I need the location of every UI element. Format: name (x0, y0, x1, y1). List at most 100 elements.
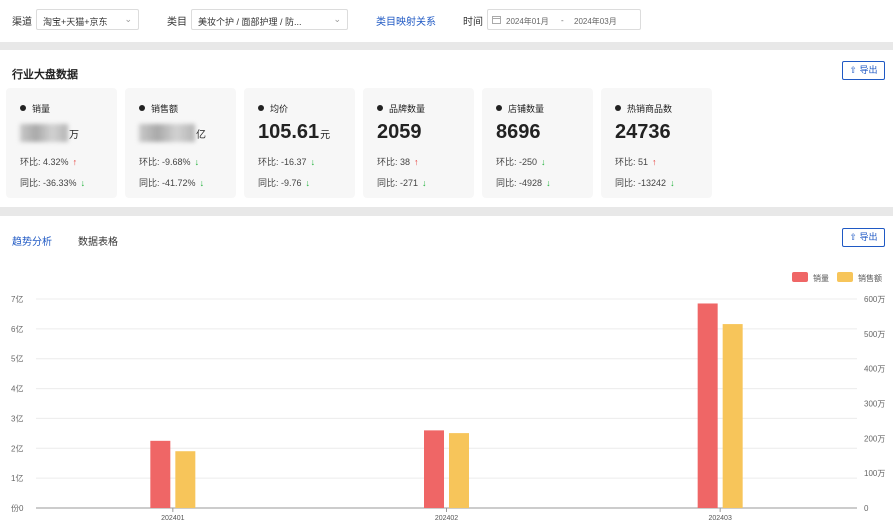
mom-value: -9.68% (162, 157, 191, 167)
channel-select[interactable]: 淘宝+天猫+京东 ⌄ (36, 9, 139, 30)
date-end: 2024年03月 (574, 17, 617, 26)
trend-panel: 趋势分析 数据表格 ⇧ 导出 销量 销售额 份0 1亿 2亿 3亿 4亿 5亿 6亿 7亿 0 1… (0, 216, 893, 527)
bullet-icon (139, 105, 145, 111)
bar-sales-volume (150, 440, 171, 508)
kpi-title: 品牌数量 (389, 104, 426, 114)
time-label: 时间 (463, 17, 483, 28)
y-left-tick-label: 1亿 (11, 473, 23, 483)
kpi-card: 品牌数量 2059 环比: 38 ↑ 同比: -271 ↓ (363, 88, 474, 198)
yoy-label: 同比: (139, 178, 160, 188)
kpi-value: 万 (20, 121, 79, 144)
arrow-down-icon: ↓ (199, 178, 205, 188)
kpi-yoy-row: 同比: -13242 ↓ (615, 176, 675, 189)
kpi-mom-row: 环比: 38 ↑ (377, 155, 419, 168)
industry-overview-panel: 行业大盘数据 ⇧ 导出 销量万环比: 4.32% ↑ 同比: -36.33% ↓ 销售额… (0, 50, 893, 207)
arrow-down-icon: ↓ (310, 157, 316, 167)
kpi-title: 热销商品数 (627, 104, 673, 114)
y-right-tick-label: 0 (864, 504, 869, 513)
arrow-down-icon: ↓ (194, 157, 200, 167)
yoy-value: -36.33% (43, 178, 77, 188)
kpi-mom-row: 环比: -9.68% ↓ (139, 155, 199, 168)
arrow-down-icon: ↓ (546, 178, 551, 188)
upload-icon: ⇧ (849, 65, 857, 75)
kpi-unit: 亿 (196, 130, 206, 141)
mom-label: 环比: (496, 157, 517, 167)
export-button[interactable]: ⇧ 导出 (842, 61, 885, 80)
yoy-value: -13242 (638, 178, 667, 188)
kpi-card: 销售额亿环比: -9.68% ↓ 同比: -41.72% ↓ (125, 88, 236, 198)
bar-sales-volume (424, 430, 444, 508)
category-mapping-link[interactable]: 类目映射关系 (376, 13, 436, 28)
chevron-down-icon: ⌄ (124, 14, 132, 24)
kpi-yoy-row: 同比: -9.76 ↓ (258, 176, 310, 189)
x-tick-label: 202401 (161, 515, 184, 522)
category-select[interactable]: 美妆个护 / 面部护理 / 防... ⌄ (191, 9, 348, 30)
kpi-value-number: 24736 (615, 121, 671, 143)
kpi-title: 销量 (32, 104, 51, 114)
bullet-icon (20, 105, 26, 111)
y-right-tick-label: 100万 (864, 469, 885, 478)
kpi-mom-row: 环比: -250 ↓ (496, 155, 546, 168)
kpi-title: 均价 (270, 104, 289, 114)
chevron-down-icon: ⌄ (333, 14, 341, 24)
arrow-up-icon: ↑ (72, 157, 78, 167)
bullet-icon (258, 105, 264, 111)
kpi-title-row: 店铺数量 (496, 102, 544, 115)
y-right-tick-label: 400万 (864, 365, 885, 374)
arrow-down-icon: ↓ (541, 157, 546, 167)
bullet-icon (496, 105, 502, 111)
arrow-down-icon: ↓ (80, 178, 86, 188)
mom-value: 51 (638, 157, 649, 167)
kpi-title-row: 均价 (258, 102, 288, 115)
kpi-card: 热销商品数 24736 环比: 51 ↑ 同比: -13242 ↓ (601, 88, 712, 198)
kpi-card: 销量万环比: 4.32% ↑ 同比: -36.33% ↓ (6, 88, 117, 198)
filter-bar: 渠道 淘宝+天猫+京东 ⌄ 类目 美妆个护 / 面部护理 / 防... ⌄ 类目… (0, 0, 893, 42)
kpi-unit: 万 (69, 130, 79, 141)
mom-value: 4.32% (43, 157, 69, 167)
date-range-picker[interactable]: 2024年01月 - 2024年03月 (487, 9, 641, 30)
kpi-yoy-row: 同比: -36.33% ↓ (20, 176, 85, 189)
kpi-title-row: 销量 (20, 102, 50, 115)
mom-value: 38 (400, 157, 411, 167)
yoy-value: -271 (400, 178, 419, 188)
kpi-value: 亿 (139, 121, 206, 144)
kpi-card: 均价 105.61元 环比: -16.37 ↓ 同比: -9.76 ↓ (244, 88, 355, 198)
yoy-label: 同比: (496, 178, 517, 188)
kpi-value: 24736 (615, 121, 672, 144)
masked-value (20, 123, 68, 142)
mom-label: 环比: (377, 157, 398, 167)
kpi-mom-row: 环比: 51 ↑ (615, 155, 657, 168)
masked-value (139, 123, 195, 142)
calendar-icon (492, 15, 501, 26)
y-left-tick-label: 6亿 (11, 324, 23, 334)
kpi-mom-row: 环比: 4.32% ↑ (20, 155, 77, 168)
bar-sales-volume (697, 303, 718, 508)
kpi-title: 店铺数量 (508, 104, 545, 114)
y-left-tick-label: 份0 (11, 503, 24, 513)
yoy-value: -41.72% (162, 178, 196, 188)
bullet-icon (615, 105, 621, 111)
mom-value: -250 (519, 157, 538, 167)
y-right-tick-label: 200万 (864, 434, 885, 443)
x-tick-label: 202402 (435, 515, 458, 522)
yoy-value: -9.76 (281, 178, 302, 188)
category-label: 类目 (167, 17, 187, 28)
y-left-tick-label: 4亿 (11, 384, 23, 394)
channel-label: 渠道 (12, 17, 32, 28)
yoy-label: 同比: (20, 178, 41, 188)
arrow-down-icon: ↓ (422, 178, 427, 188)
kpi-value: 2059 (377, 121, 423, 144)
arrow-up-icon: ↑ (652, 157, 657, 167)
arrow-down-icon: ↓ (305, 178, 311, 188)
bullet-icon (377, 105, 383, 111)
kpi-title: 销售额 (151, 104, 179, 114)
kpi-unit: 元 (320, 130, 331, 141)
kpi-card: 店铺数量 8696 环比: -250 ↓ 同比: -4928 ↓ (482, 88, 593, 198)
arrow-up-icon: ↑ (414, 157, 419, 167)
date-start: 2024年01月 (506, 17, 549, 26)
yoy-value: -4928 (519, 178, 543, 188)
overview-title: 行业大盘数据 (12, 69, 78, 81)
kpi-yoy-row: 同比: -41.72% ↓ (139, 176, 204, 189)
y-right-tick-label: 300万 (864, 400, 885, 409)
yoy-label: 同比: (258, 178, 279, 188)
